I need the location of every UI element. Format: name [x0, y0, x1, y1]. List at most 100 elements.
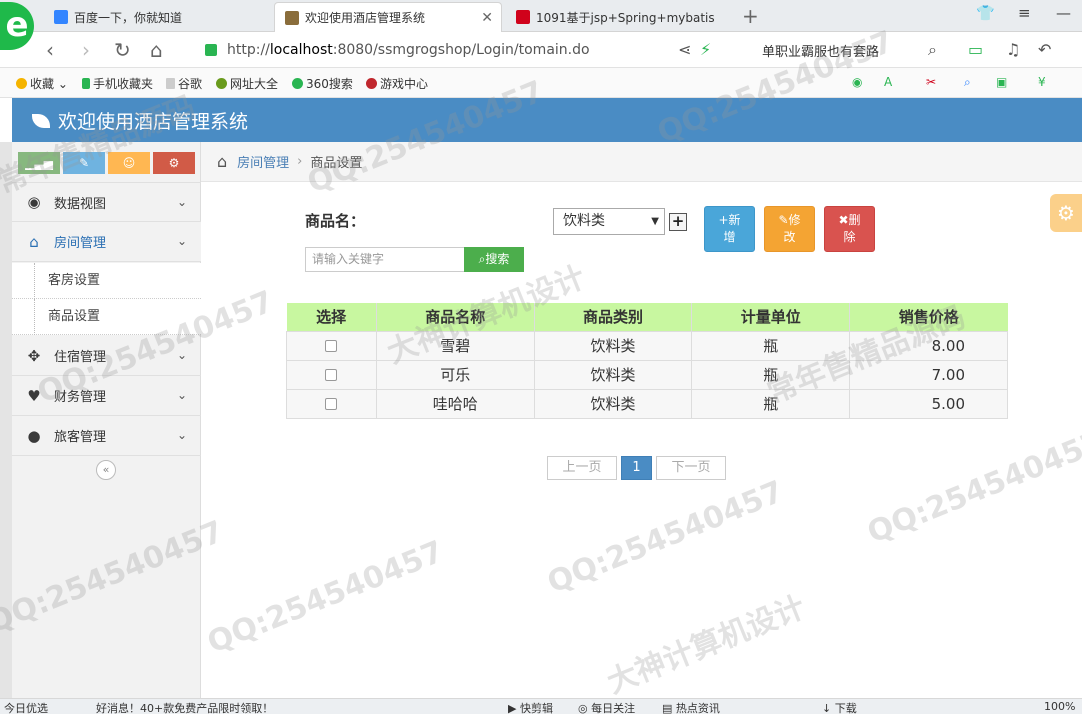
ext-gamepad-icon[interactable]: ▣ — [996, 75, 1007, 89]
signal-icon[interactable]: ▁▃▅ — [18, 152, 60, 174]
reload-icon[interactable]: ↻ — [114, 38, 131, 62]
status-news[interactable]: 好消息！40+款免费产品限时领取！ — [96, 700, 273, 714]
sidebar-item-finance-management[interactable]: ♥ 财务管理 ⌄ — [12, 376, 201, 416]
headphones-icon[interactable]: ♫ — [1006, 40, 1020, 59]
browser-tab-source[interactable]: 1091基于jsp+Spring+mybatis — [506, 2, 734, 32]
table-row[interactable]: 哇哈哈 饮料类 瓶 5.00 — [286, 388, 1008, 419]
add-button-label: +新 — [718, 213, 741, 227]
col-price[interactable]: 销售价格 — [849, 303, 1008, 331]
search-input[interactable]: 请输入关键字 — [305, 247, 465, 272]
category-select[interactable]: 饮料类 ▼ — [553, 208, 665, 235]
edit-button[interactable]: ✎修 改 — [764, 206, 815, 252]
app-title-text: 欢迎使用酒店管理系统 — [58, 111, 249, 133]
delete-button[interactable]: ✖删 除 — [824, 206, 875, 252]
left-edge-strip — [0, 142, 12, 698]
row-checkbox[interactable] — [325, 369, 338, 381]
minimize-icon[interactable]: — — [1056, 4, 1071, 22]
bookmark-sites[interactable]: 网址大全 — [216, 75, 278, 92]
ext-scissors-icon[interactable]: ✂ — [926, 75, 936, 89]
settings-gear-icon[interactable]: ⚙ — [1050, 194, 1082, 232]
back-icon[interactable]: ‹ — [46, 38, 54, 62]
status-download[interactable]: ↓ 下载 — [822, 700, 857, 714]
url-field[interactable]: http://localhost:8080/ssmgrogshop/Login/… — [205, 38, 735, 62]
forward-icon[interactable]: › — [82, 38, 90, 62]
browser-status-bar: 今日优选 好消息！40+款免费产品限时领取！ ▶ 快剪辑 ◎ 每日关注 ▤ 热点… — [0, 698, 1082, 714]
pencil-icon[interactable]: ✎ — [63, 152, 105, 174]
cell-goods-name: 哇哈哈 — [375, 388, 535, 419]
shirt-icon[interactable]: 👕 — [976, 4, 995, 22]
ext-search-icon[interactable]: ⌕ — [964, 75, 971, 90]
status-zoom[interactable]: 100% — [1044, 700, 1075, 713]
add-button[interactable]: +新 增 — [704, 206, 755, 252]
bookmark-google[interactable]: 谷歌 — [166, 75, 202, 92]
col-unit[interactable]: 计量单位 — [691, 303, 850, 331]
address-ad-text[interactable]: 单职业霸服也有套路 — [762, 41, 879, 60]
bookmark-games[interactable]: 游戏中心 — [366, 75, 428, 92]
ext-chat-icon[interactable]: ◉ — [852, 75, 862, 89]
table-row[interactable]: 雪碧 饮料类 瓶 8.00 — [286, 330, 1008, 361]
menu-icon[interactable]: ≡ — [1018, 4, 1031, 22]
sidebar-item-data-view[interactable]: ◉ 数据视图 ⌄ — [12, 182, 201, 222]
tab-close-icon[interactable]: ✕ — [473, 10, 493, 26]
search-360-icon — [292, 78, 303, 89]
status-quick-edit[interactable]: ▶ 快剪辑 — [508, 700, 553, 714]
cell-goods-category: 饮料类 — [533, 359, 693, 390]
battery-icon[interactable]: ▭ — [968, 40, 983, 59]
search-icon[interactable]: ⌕ — [928, 40, 937, 60]
status-hot-news[interactable]: ▤ 热点资讯 — [662, 700, 720, 714]
browser-tab-hotel[interactable]: 欢迎使用酒店管理系统 ✕ — [274, 2, 502, 32]
undo-icon[interactable]: ↶ — [1038, 40, 1051, 59]
sidebar-subitem-guest-room[interactable]: 客房设置 — [12, 263, 201, 299]
edit-button-label-2: 改 — [783, 230, 796, 244]
page-favicon-icon — [516, 10, 530, 24]
cogs-icon[interactable]: ⚙ — [153, 152, 195, 174]
pager-page-1[interactable]: 1 — [621, 456, 652, 480]
lightning-icon[interactable]: ⚡ — [700, 40, 711, 59]
table-row[interactable]: 可乐 饮料类 瓶 7.00 — [286, 359, 1008, 390]
sidebar-shortcuts: ▁▃▅ ✎ ☺ ⚙ — [18, 152, 195, 174]
bookmark-360[interactable]: 360搜索 — [292, 75, 353, 92]
users-icon[interactable]: ☺ — [108, 152, 150, 174]
col-goods-name[interactable]: 商品名称 — [375, 303, 535, 331]
sidebar-subitem-goods[interactable]: 商品设置 — [12, 299, 201, 335]
col-goods-category[interactable]: 商品类别 — [533, 303, 692, 331]
share-icon[interactable]: ⋖ — [678, 40, 691, 59]
search-button[interactable]: ⌕搜索 — [464, 247, 524, 272]
ext-translate-icon[interactable]: A — [884, 75, 892, 89]
sidebar-item-label: 住宿管理 — [54, 350, 107, 365]
sidebar-collapse-icon[interactable]: « — [96, 460, 116, 480]
breadcrumb-room-management[interactable]: 房间管理 — [237, 152, 289, 171]
pager-next-button[interactable]: 下一页 — [656, 456, 726, 480]
browser-tab-baidu[interactable]: 百度一下，你就知道 — [44, 2, 272, 32]
app-title: 欢迎使用酒店管理系统 — [32, 107, 248, 134]
search-button-label: 搜索 — [485, 252, 510, 266]
bookmark-mobile[interactable]: 手机收藏夹 — [82, 75, 153, 92]
url-path: :8080/ssmgrogshop/Login/tomain.do — [332, 42, 590, 58]
cell-unit: 瓶 — [691, 388, 851, 419]
add-category-button[interactable]: + — [669, 213, 687, 231]
row-checkbox[interactable] — [325, 340, 338, 352]
page-icon — [166, 78, 175, 89]
ext-money-icon[interactable]: ¥ — [1038, 75, 1046, 89]
caret-down-icon: ▼ — [651, 216, 659, 227]
news-icon: ▤ — [662, 702, 676, 714]
star-icon — [16, 78, 27, 89]
sidebar-item-room-management[interactable]: ⌂ 房间管理 ⌄ — [12, 222, 201, 262]
cell-price: 5.00 — [849, 388, 1008, 419]
sidebar-item-guest-management[interactable]: ● 旅客管理 ⌄ — [12, 416, 201, 456]
sidebar-item-stay-management[interactable]: ✥ 住宿管理 ⌄ — [12, 336, 201, 376]
cell-price: 8.00 — [849, 330, 1008, 361]
row-checkbox[interactable] — [325, 398, 338, 410]
new-tab-button[interactable]: + — [742, 4, 759, 28]
pager-prev-button[interactable]: 上一页 — [547, 456, 617, 480]
home-icon[interactable]: ⌂ — [217, 152, 227, 171]
chevron-down-icon: ⌄ — [176, 195, 187, 209]
dashboard-icon: ◉ — [27, 193, 41, 211]
bookmark-favorites[interactable]: 收藏 ⌄ — [16, 75, 68, 92]
add-button-label-2: 增 — [723, 230, 736, 244]
baidu-paw-icon — [54, 10, 68, 24]
chevron-down-icon: ⌄ — [176, 348, 187, 362]
status-today-picks[interactable]: 今日优选 — [4, 700, 48, 714]
home-icon[interactable]: ⌂ — [150, 38, 163, 62]
status-daily-follow[interactable]: ◎ 每日关注 — [578, 700, 635, 714]
